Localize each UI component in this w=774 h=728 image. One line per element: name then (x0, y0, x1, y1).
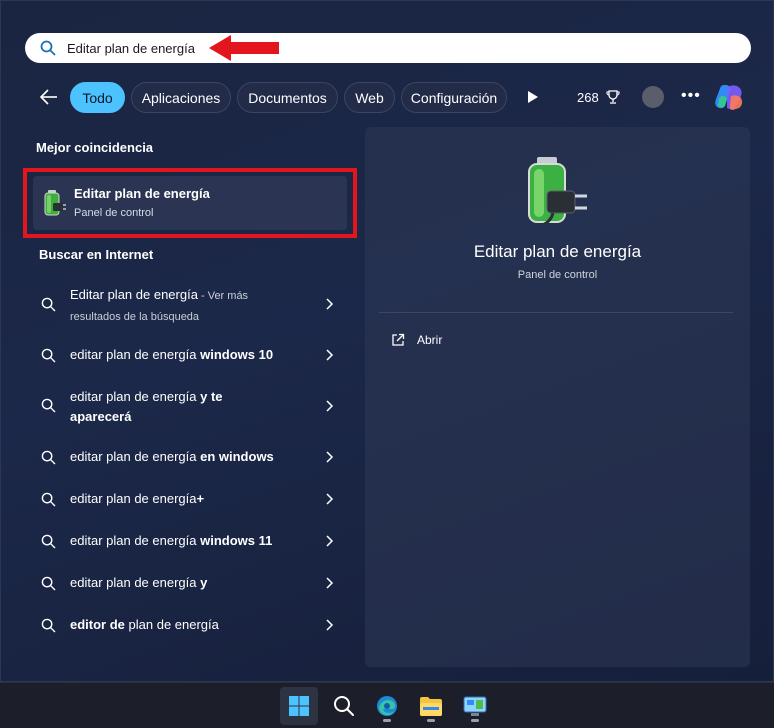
search-icon (39, 39, 57, 57)
web-result-label: editar plan de energía en windows (70, 449, 274, 464)
play-more-tabs-icon[interactable] (523, 88, 541, 106)
divider (379, 312, 733, 313)
web-result-4[interactable]: editar plan de energía+ (23, 489, 349, 511)
web-result-3[interactable]: editar plan de energía en windows (23, 447, 349, 469)
search-icon (41, 618, 56, 633)
chevron-right-icon (326, 298, 334, 310)
chevron-right-icon (326, 493, 334, 505)
best-match-heading: Mejor coincidencia (36, 140, 154, 155)
edge-browser-icon[interactable] (368, 687, 406, 725)
rewards-points[interactable]: 268 (577, 89, 621, 105)
search-bar[interactable]: Editar plan de energía (25, 33, 751, 63)
open-external-icon (392, 333, 405, 346)
search-icon (41, 297, 56, 312)
open-label: Abrir (417, 333, 443, 347)
taskbar (0, 682, 774, 728)
web-result-7[interactable]: editor de plan de energía (23, 615, 349, 637)
detail-panel: Editar plan de energía Panel de control … (365, 127, 750, 667)
annotation-arrow-icon (209, 35, 279, 61)
search-icon (41, 492, 56, 507)
web-result-label: editar plan de energía y te aparecerá (70, 389, 223, 424)
points-value: 268 (577, 89, 599, 105)
search-icon (41, 534, 56, 549)
web-result-label: editor de plan de energía (70, 617, 219, 632)
avatar[interactable] (642, 86, 664, 108)
web-result-6[interactable]: editar plan de energía y (23, 573, 349, 595)
web-result-1[interactable]: editar plan de energía windows 10 (23, 345, 349, 367)
web-result-2[interactable]: editar plan de energía y te aparecerá (23, 387, 349, 429)
best-match-result[interactable]: Editar plan de energía Panel de control (33, 176, 347, 230)
web-result-label: editar plan de energía+ (70, 491, 205, 506)
chevron-right-icon (326, 349, 334, 361)
start-search-panel: Editar plan de energía Todo Aplicaciones… (0, 0, 774, 682)
running-indicator (471, 719, 479, 722)
web-search-heading: Buscar en Internet (39, 247, 154, 262)
best-match-highlight: Editar plan de energía Panel de control (23, 168, 357, 238)
search-icon (41, 450, 56, 465)
tab-configuracion[interactable]: Configuración (401, 82, 507, 113)
chevron-right-icon (326, 400, 334, 412)
web-result-label: editar plan de energía windows 11 (70, 533, 273, 548)
copilot-icon[interactable] (713, 82, 745, 112)
windows-start-icon[interactable] (280, 687, 318, 725)
running-indicator (427, 719, 435, 722)
search-icon (41, 576, 56, 591)
web-result-5[interactable]: editar plan de energía windows 11 (23, 531, 349, 553)
web-result-0[interactable]: Editar plan de energía - Ver más resulta… (23, 284, 349, 326)
search-icon[interactable] (325, 687, 363, 725)
file-explorer-icon[interactable] (412, 687, 450, 725)
best-match-title: Editar plan de energía (74, 186, 210, 201)
chevron-right-icon (326, 451, 334, 463)
tab-web[interactable]: Web (344, 82, 395, 113)
control-panel-icon[interactable] (456, 687, 494, 725)
tab-aplicaciones[interactable]: Aplicaciones (131, 82, 231, 113)
web-result-label: Editar plan de energía - Ver más resulta… (70, 287, 249, 323)
tab-documentos[interactable]: Documentos (237, 82, 338, 113)
chevron-right-icon (326, 619, 334, 631)
chevron-right-icon (326, 535, 334, 547)
search-input[interactable]: Editar plan de energía (67, 41, 195, 56)
more-options-icon[interactable]: ••• (681, 87, 701, 105)
filter-row: Todo Aplicaciones Documentos Web Configu… (1, 79, 774, 115)
search-icon (41, 348, 56, 363)
chevron-right-icon (326, 577, 334, 589)
arrow-left-icon[interactable] (37, 85, 61, 109)
web-result-label: editar plan de energía y (70, 575, 208, 590)
search-icon (41, 398, 56, 413)
open-action[interactable]: Abrir (391, 333, 442, 347)
battery-plug-icon (44, 190, 66, 216)
trophy-icon (606, 90, 620, 104)
battery-plug-icon (528, 157, 587, 227)
detail-subtitle: Panel de control (517, 269, 598, 281)
best-match-subtitle: Panel de control (74, 207, 154, 219)
tab-todo[interactable]: Todo (70, 82, 125, 113)
web-result-label: editar plan de energía windows 10 (70, 347, 274, 362)
detail-title: Editar plan de energía (473, 242, 642, 261)
running-indicator (383, 719, 391, 722)
